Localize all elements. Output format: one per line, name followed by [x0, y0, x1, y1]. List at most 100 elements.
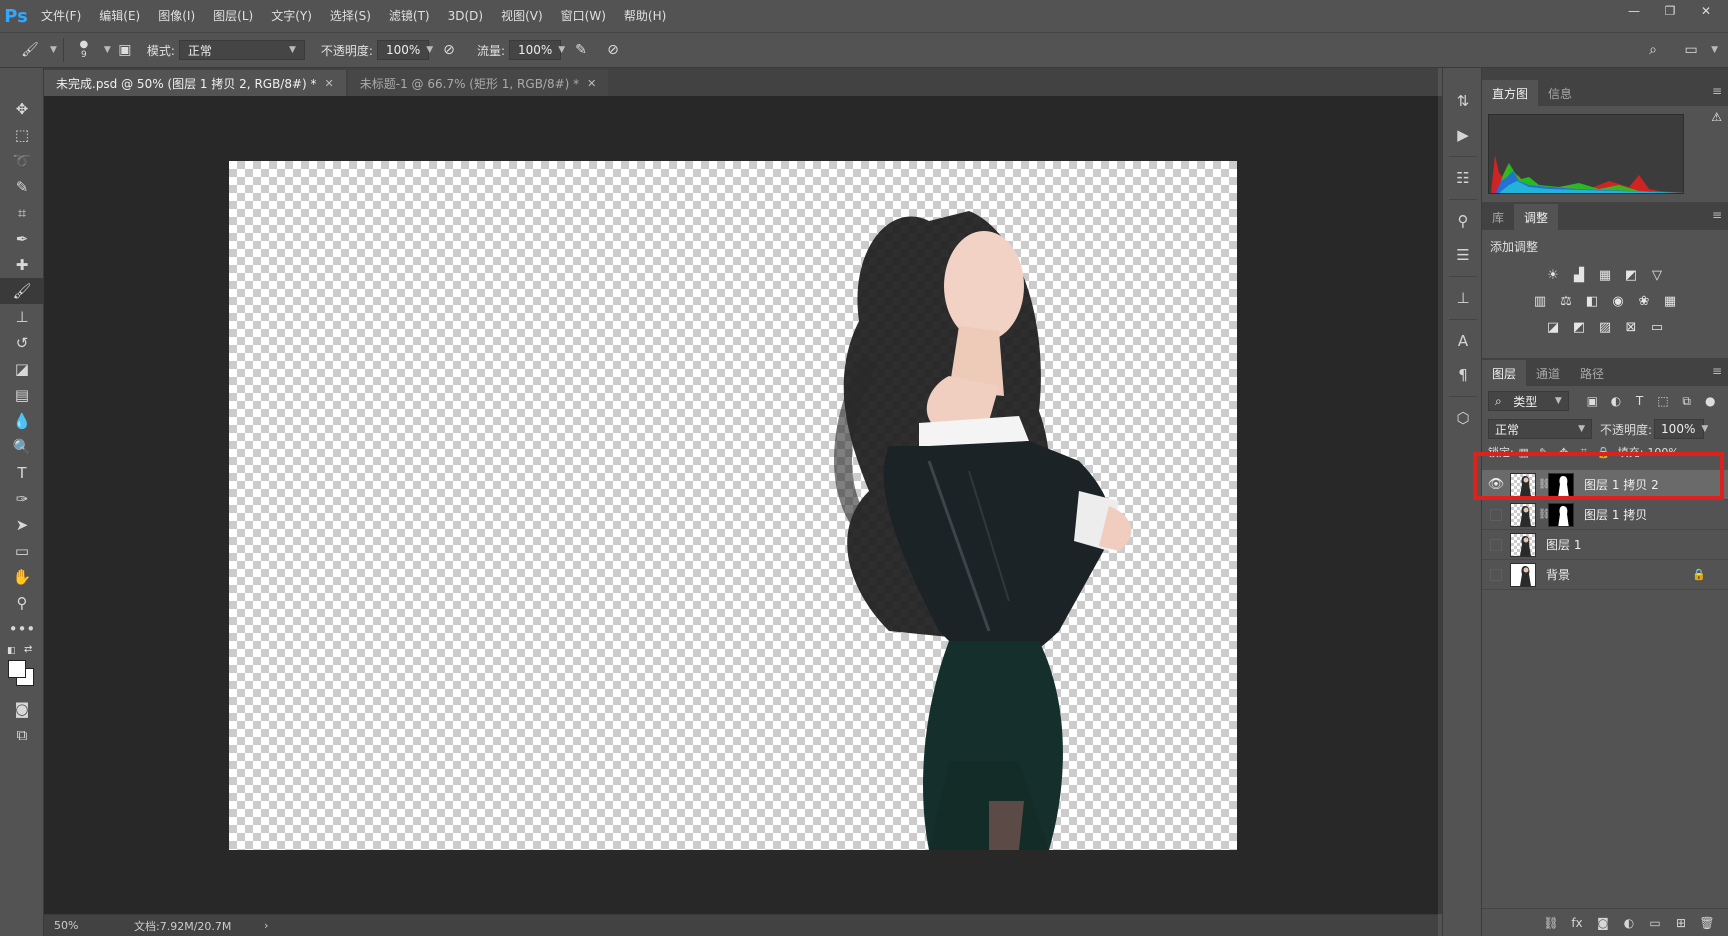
menu-file[interactable]: 文件(F): [32, 0, 90, 32]
selective-color-icon[interactable]: ⊠: [1618, 316, 1644, 338]
rectangle-tool-icon[interactable]: ▭: [0, 538, 44, 564]
filter-smart-object-icon[interactable]: ⧉: [1675, 394, 1699, 409]
layer-style-icon[interactable]: fx: [1564, 916, 1590, 930]
pressure-size-icon[interactable]: ⊘: [599, 36, 627, 64]
brush-tool-icon[interactable]: 🖌: [0, 278, 44, 304]
layer-filter-select[interactable]: ⌕ 类型 ▼: [1488, 391, 1569, 411]
3d-icon[interactable]: ⬡: [1443, 401, 1483, 435]
crop-tool-icon[interactable]: ⌗: [0, 200, 44, 226]
layer-mask-thumbnail[interactable]: [1548, 502, 1574, 527]
menu-type[interactable]: 文字(Y): [262, 0, 321, 32]
new-group-icon[interactable]: ▭: [1642, 916, 1668, 930]
add-mask-icon[interactable]: ◙: [1590, 916, 1616, 930]
tab-document-1[interactable]: 未完成.psd @ 50% (图层 1 拷贝 2, RGB/8#) * ✕: [44, 70, 346, 96]
tab-library[interactable]: 库: [1482, 204, 1514, 230]
chevron-down-icon[interactable]: ▼: [104, 45, 111, 55]
hand-tool-icon[interactable]: ✋: [0, 564, 44, 590]
lock-icon[interactable]: 🔒: [1692, 568, 1706, 581]
curves-icon[interactable]: ▦: [1592, 264, 1618, 286]
layer-name[interactable]: 背景: [1546, 566, 1570, 583]
brush-size-picker[interactable]: ● 9: [70, 36, 98, 64]
lasso-tool-icon[interactable]: ➰: [0, 148, 44, 174]
threshold-icon[interactable]: ▨: [1592, 316, 1618, 338]
levels-icon[interactable]: ▟: [1566, 264, 1592, 286]
brushes-icon[interactable]: ⚲: [1443, 204, 1483, 238]
menu-edit[interactable]: 编辑(E): [90, 0, 149, 32]
new-adjustment-icon[interactable]: ◐: [1616, 916, 1642, 930]
hue-saturation-icon[interactable]: ▥: [1527, 290, 1553, 312]
layer-row[interactable]: 图层 1: [1482, 530, 1728, 560]
close-icon[interactable]: ✕: [325, 77, 334, 90]
layer-row[interactable]: 背景 🔒: [1482, 560, 1728, 590]
quick-mask-icon[interactable]: ◙: [0, 696, 44, 722]
visibility-toggle[interactable]: [1490, 508, 1502, 521]
visibility-toggle[interactable]: [1490, 568, 1502, 581]
zoom-level[interactable]: 50%: [54, 919, 114, 932]
flow-input[interactable]: 100% ▼: [508, 40, 565, 60]
close-button[interactable]: ✕: [1688, 0, 1724, 22]
actions-play-icon[interactable]: ▶: [1443, 118, 1483, 152]
warning-icon[interactable]: ⚠: [1711, 110, 1722, 124]
screen-mode-icon[interactable]: ⧉: [0, 722, 44, 748]
delete-layer-icon[interactable]: 🗑: [1694, 916, 1720, 930]
dodge-tool-icon[interactable]: 🔍: [0, 434, 44, 460]
black-white-icon[interactable]: ◧: [1579, 290, 1605, 312]
filter-toggle-icon[interactable]: ●: [1698, 394, 1722, 408]
layer-name[interactable]: 图层 1: [1546, 536, 1581, 553]
new-layer-icon[interactable]: ⊞: [1668, 916, 1694, 930]
layer-name[interactable]: 图层 1 拷贝: [1584, 506, 1647, 523]
clone-source-icon[interactable]: ⊥: [1443, 281, 1483, 315]
history-icon[interactable]: ⇅: [1443, 84, 1483, 118]
posterize-icon[interactable]: ◩: [1566, 316, 1592, 338]
menu-window[interactable]: 窗口(W): [552, 0, 615, 32]
healing-brush-tool-icon[interactable]: ✚: [0, 252, 44, 278]
channel-mixer-icon[interactable]: ❀: [1631, 290, 1657, 312]
restore-button[interactable]: ❐: [1652, 0, 1688, 22]
close-icon[interactable]: ✕: [587, 77, 596, 90]
search-icon[interactable]: ⌕: [1639, 36, 1667, 64]
tab-channels[interactable]: 通道: [1526, 360, 1570, 386]
filter-shape-icon[interactable]: ⬚: [1651, 394, 1675, 408]
gradient-map-icon[interactable]: ▭: [1644, 316, 1670, 338]
more-tools-icon[interactable]: •••: [0, 616, 44, 642]
workspace-icon[interactable]: ▭: [1677, 36, 1705, 64]
brightness-icon[interactable]: ☀: [1540, 264, 1566, 286]
layer-opacity-input[interactable]: 100% ▼: [1654, 419, 1708, 439]
opacity-input[interactable]: 100% ▼: [376, 40, 433, 60]
color-lookup-icon[interactable]: ▦: [1657, 290, 1683, 312]
tab-paths[interactable]: 路径: [1570, 360, 1614, 386]
filter-adjustment-icon[interactable]: ◐: [1604, 394, 1628, 408]
photo-filter-icon[interactable]: ◉: [1605, 290, 1631, 312]
minimize-button[interactable]: —: [1616, 0, 1652, 22]
tab-adjustments[interactable]: 调整: [1514, 204, 1559, 230]
clone-stamp-tool-icon[interactable]: ⊥: [0, 304, 44, 330]
blur-tool-icon[interactable]: 💧: [0, 408, 44, 434]
chevron-down-icon[interactable]: ▼: [50, 45, 57, 55]
status-menu-arrow[interactable]: ›: [264, 919, 268, 932]
menu-help[interactable]: 帮助(H): [615, 0, 675, 32]
vibrance-icon[interactable]: ▽: [1644, 264, 1670, 286]
brush-panel-icon[interactable]: ▣: [111, 36, 139, 64]
menu-image[interactable]: 图像(I): [149, 0, 204, 32]
chevron-down-icon[interactable]: ▼: [1711, 45, 1718, 55]
filter-type-icon[interactable]: T: [1628, 394, 1652, 408]
panel-menu-icon[interactable]: ≡: [1712, 84, 1722, 98]
layer-row[interactable]: ⛓ 图层 1 拷贝: [1482, 500, 1728, 530]
brush-preset-icon[interactable]: 🖌: [16, 36, 44, 64]
paragraph-icon[interactable]: ¶: [1443, 358, 1483, 392]
path-select-tool-icon[interactable]: ➤: [0, 512, 44, 538]
menu-view[interactable]: 视图(V): [492, 0, 552, 32]
mode-select[interactable]: 正常 ▼: [178, 40, 305, 60]
visibility-toggle[interactable]: [1490, 538, 1502, 551]
quick-select-tool-icon[interactable]: ✎: [0, 174, 44, 200]
default-colors-icon[interactable]: ◧: [7, 646, 16, 656]
airbrush-icon[interactable]: ✎: [567, 36, 595, 64]
link-icon[interactable]: ⛓: [1538, 509, 1551, 520]
link-layers-icon[interactable]: ⛓: [1538, 916, 1564, 930]
tab-document-2[interactable]: 未标题-1 @ 66.7% (矩形 1, RGB/8#) * ✕: [347, 70, 609, 96]
move-tool-icon[interactable]: ✥: [0, 96, 44, 122]
blend-mode-select[interactable]: 正常 ▼: [1488, 419, 1592, 439]
tab-info[interactable]: 信息: [1538, 80, 1582, 106]
eyedropper-tool-icon[interactable]: ✒: [0, 226, 44, 252]
menu-layer[interactable]: 图层(L): [204, 0, 262, 32]
